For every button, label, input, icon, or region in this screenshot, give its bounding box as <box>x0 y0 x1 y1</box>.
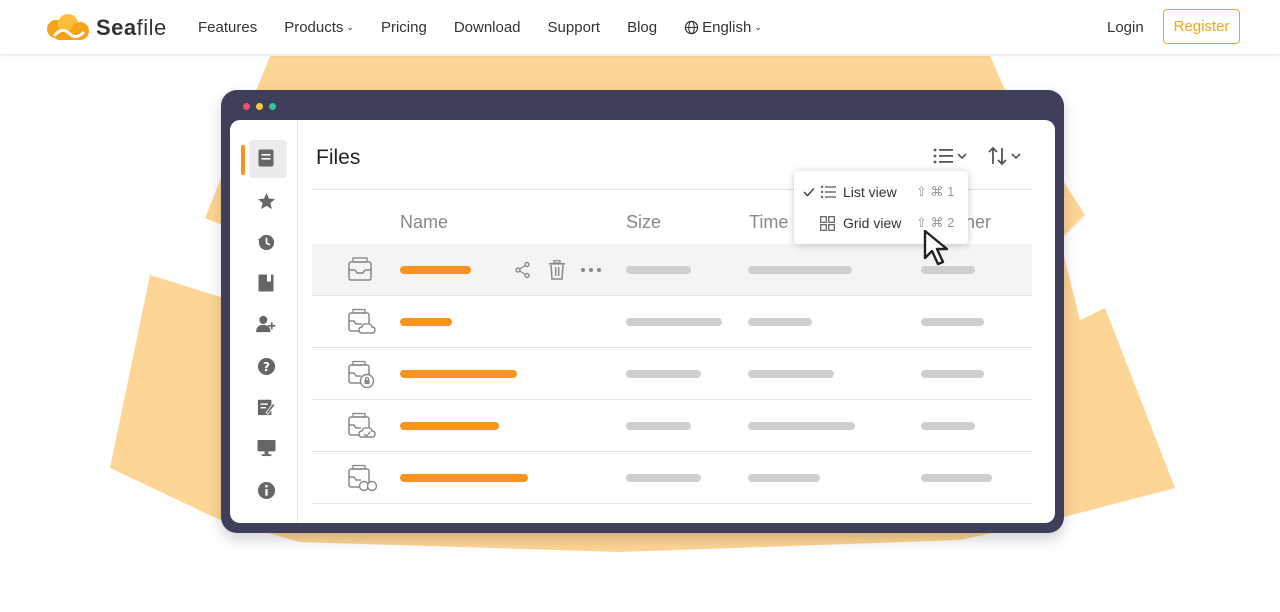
time-placeholder <box>748 318 812 326</box>
svg-text:?: ? <box>262 359 269 373</box>
owner-placeholder <box>921 474 992 482</box>
files-icon[interactable] <box>256 148 276 168</box>
trash-icon[interactable] <box>548 260 566 280</box>
nav-download[interactable]: Download <box>454 19 521 36</box>
view-mode-button[interactable] <box>931 145 971 167</box>
size-placeholder <box>626 422 691 430</box>
edit-notes-icon[interactable] <box>256 397 276 417</box>
nav-features[interactable]: Features <box>198 19 257 36</box>
size-placeholder <box>626 370 701 378</box>
star-icon[interactable] <box>256 191 276 211</box>
locked-library-icon <box>348 360 375 388</box>
nav-pricing[interactable]: Pricing <box>381 19 427 36</box>
menu-item-list-view[interactable]: List view ⇧ ⌘ 1 <box>794 177 968 207</box>
share-icon[interactable] <box>514 261 532 279</box>
nav-blog[interactable]: Blog <box>627 19 657 36</box>
app-sidebar: ? <box>230 120 298 523</box>
page-title: Files <box>316 146 361 169</box>
keyboard-shortcut: ⇧ ⌘ 1 <box>916 184 955 199</box>
seafile-logo[interactable]: Seafile <box>44 12 167 44</box>
login-link[interactable]: Login <box>1107 19 1144 36</box>
library-icon <box>348 257 372 281</box>
time-placeholder <box>748 474 820 482</box>
grid-icon <box>820 215 835 231</box>
table-row[interactable] <box>312 348 1032 400</box>
menu-item-label: List view <box>843 184 897 200</box>
table-row[interactable] <box>312 296 1032 348</box>
more-icon[interactable] <box>580 267 602 273</box>
check-icon <box>803 187 815 197</box>
app-window-mockup: ? Files Name Size Time ner List view ⇧ ⌘… <box>221 90 1064 533</box>
table-row[interactable] <box>312 400 1032 452</box>
language-selector[interactable]: English ⌄ <box>684 19 762 36</box>
size-placeholder <box>626 474 701 482</box>
history-icon[interactable] <box>256 232 276 252</box>
owner-placeholder <box>921 370 984 378</box>
main-nav: Features Products ⌄ Pricing Download Supp… <box>198 0 789 54</box>
desktop-icon[interactable] <box>256 438 276 458</box>
list-icon <box>820 185 836 199</box>
library-icon[interactable] <box>256 273 276 293</box>
size-placeholder <box>626 318 722 326</box>
column-size[interactable]: Size <box>626 212 661 233</box>
globe-icon <box>684 20 699 34</box>
seafile-logo-icon <box>47 14 89 40</box>
cloud-library-icon <box>348 308 376 334</box>
app-screen: ? Files Name Size Time ner List view ⇧ ⌘… <box>230 120 1055 523</box>
help-icon[interactable]: ? <box>256 356 276 376</box>
synced-library-icon <box>348 412 376 438</box>
mouse-cursor-icon <box>923 229 949 266</box>
register-button[interactable]: Register <box>1163 9 1240 44</box>
file-name-placeholder <box>400 266 471 274</box>
sort-icon <box>988 146 1021 166</box>
file-name-placeholder <box>400 318 452 326</box>
list-icon <box>933 148 967 164</box>
column-owner[interactable]: ner <box>965 212 991 233</box>
time-placeholder <box>748 422 855 430</box>
menu-item-label: Grid view <box>843 215 902 231</box>
file-name-placeholder <box>400 370 517 378</box>
sort-button[interactable] <box>987 144 1025 168</box>
active-indicator <box>241 145 245 175</box>
file-name-placeholder <box>400 474 528 482</box>
nav-products[interactable]: Products ⌄ <box>284 19 354 36</box>
column-time[interactable]: Time <box>749 212 788 233</box>
logo-text: Seafile <box>96 15 167 40</box>
file-name-placeholder <box>400 422 499 430</box>
window-dot-red <box>243 103 250 110</box>
owner-placeholder <box>921 318 984 326</box>
owner-placeholder <box>921 422 975 430</box>
window-dot-green <box>269 103 276 110</box>
size-placeholder <box>626 266 691 274</box>
table-row[interactable] <box>312 452 1032 504</box>
chevron-down-icon: ⌄ <box>346 21 354 32</box>
time-placeholder <box>748 370 834 378</box>
top-navbar: Seafile Features Products ⌄ Pricing Downl… <box>0 0 1280 54</box>
time-placeholder <box>748 266 852 274</box>
column-name[interactable]: Name <box>400 212 448 233</box>
nav-support[interactable]: Support <box>548 19 601 36</box>
chevron-down-icon: ⌄ <box>754 21 762 32</box>
window-dot-yellow <box>256 103 263 110</box>
info-icon[interactable] <box>256 480 276 500</box>
shared-library-icon <box>348 464 378 492</box>
add-user-icon[interactable] <box>256 314 276 334</box>
